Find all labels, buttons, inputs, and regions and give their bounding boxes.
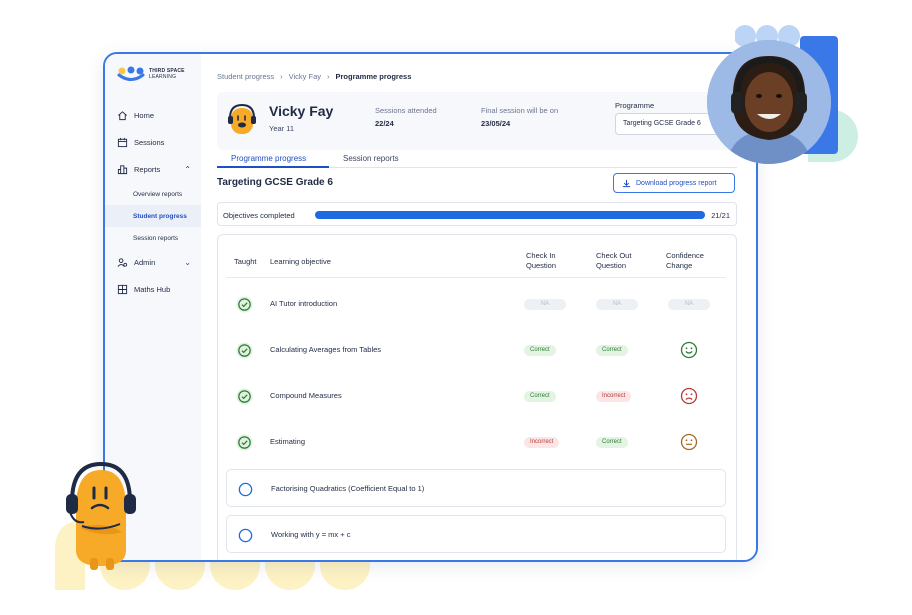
table-row[interactable]: Factorising Quadratics (Coefficient Equa… <box>226 469 726 507</box>
objectives-label: Objectives completed <box>223 211 295 220</box>
sidebar-subitem-student-progress[interactable]: Student progress <box>105 205 201 227</box>
tab-bar: Programme progress Session reports <box>217 150 737 168</box>
tutor-avatar <box>707 40 831 164</box>
objective-name: Working with y = mx + c <box>271 530 351 539</box>
objective-name: AI Tutor introduction <box>270 299 338 308</box>
objectives-table: Taught Learning objective Check In Quest… <box>217 234 737 560</box>
logo[interactable]: THIRD SPACE LEARNING <box>117 66 185 82</box>
tutor-photo <box>707 40 831 164</box>
programme-label: Programme <box>615 101 655 110</box>
sidebar-item-sessions[interactable]: Sessions <box>105 129 201 156</box>
logo-text-line2: LEARNING <box>149 74 177 80</box>
grid-icon <box>117 284 128 295</box>
sidebar-item-admin[interactable]: Admin ⌄ <box>105 249 201 276</box>
chevron-right-icon: › <box>280 72 283 81</box>
check-circle-icon <box>236 434 253 451</box>
table-row[interactable]: AI Tutor introduction NA NA NA <box>226 285 726 323</box>
tab-programme-progress[interactable]: Programme progress <box>231 154 306 163</box>
check-in-badge: Correct <box>524 391 556 402</box>
check-circle-icon <box>236 388 253 405</box>
header-confidence: Confidence Change <box>666 251 704 270</box>
check-out-badge: Incorrect <box>596 391 632 402</box>
sidebar-nav: Home Sessions Reports ⌃ Overview reports… <box>105 102 201 303</box>
logo-mark-icon <box>117 66 145 81</box>
objectives-progress-track <box>315 211 705 219</box>
sidebar-item-reports[interactable]: Reports ⌃ <box>105 156 201 183</box>
programme-title: Targeting GCSE Grade 6 <box>217 177 333 188</box>
check-out-badge: NA <box>596 299 638 310</box>
objectives-count: 21/21 <box>711 211 730 220</box>
check-in-badge: Incorrect <box>524 437 560 448</box>
check-circle-icon <box>236 342 253 359</box>
home-icon <box>117 110 128 121</box>
header-check-out: Check Out Question <box>596 251 632 270</box>
final-session-value: 23/05/24 <box>481 119 511 128</box>
header-check-in: Check In Question <box>526 251 557 270</box>
check-circle-icon <box>236 296 253 313</box>
calendar-icon <box>117 137 128 148</box>
objectives-progress-fill <box>315 211 705 219</box>
bar-chart-icon <box>117 164 128 175</box>
table-row[interactable]: Estimating Incorrect Correct <box>226 423 726 461</box>
sidebar-item-label: Admin <box>134 258 156 267</box>
main-content: Student progress › Vicky Fay › Programme… <box>201 54 756 560</box>
users-icon <box>117 257 128 268</box>
student-summary-card: Vicky Fay Year 11 Sessions attended 22/2… <box>217 92 737 150</box>
student-year: Year 11 <box>269 124 295 133</box>
sad-face-icon <box>680 387 698 405</box>
active-tab-indicator <box>217 166 329 168</box>
table-row[interactable]: Compound Measures Correct Incorrect <box>226 377 726 415</box>
header-learning-objective: Learning objective <box>270 257 331 266</box>
breadcrumb: Student progress › Vicky Fay › Programme… <box>217 72 411 81</box>
breadcrumb-item-student-progress[interactable]: Student progress <box>217 72 274 81</box>
sidebar-item-label: Reports <box>134 165 161 174</box>
breadcrumb-item-student[interactable]: Vicky Fay <box>289 72 321 81</box>
confidence-badge: NA <box>668 299 710 310</box>
empty-circle-icon <box>238 482 253 497</box>
check-out-badge: Correct <box>596 345 628 356</box>
chevron-down-icon[interactable]: ⌄ <box>184 258 191 267</box>
chevron-right-icon: › <box>327 72 330 81</box>
table-row[interactable]: Working with y = mx + c <box>226 515 726 553</box>
empty-circle-icon <box>238 528 253 543</box>
objective-name: Estimating <box>270 437 306 446</box>
download-progress-report-button[interactable]: Download progress report <box>613 173 735 193</box>
neutral-face-icon <box>680 433 698 451</box>
check-in-badge: NA <box>524 299 566 310</box>
student-name: Vicky Fay <box>269 103 334 119</box>
header-taught: Taught <box>234 257 257 266</box>
happy-face-icon <box>680 341 698 359</box>
mascot-character <box>66 462 136 570</box>
sidebar-item-home[interactable]: Home <box>105 102 201 129</box>
app-window: THIRD SPACE LEARNING Home Sessions Repor… <box>103 52 758 562</box>
final-session-label: Final session will be on <box>481 106 559 115</box>
sidebar-subitem-overview-reports[interactable]: Overview reports <box>105 183 201 205</box>
objective-name: Compound Measures <box>270 391 342 400</box>
sidebar-subitem-session-reports[interactable]: Session reports <box>105 227 201 249</box>
check-in-badge: Correct <box>524 345 556 356</box>
sidebar-item-label: Maths Hub <box>134 285 171 294</box>
check-out-badge: Correct <box>596 437 628 448</box>
breadcrumb-item-current: Programme progress <box>335 72 412 81</box>
objective-name: Calculating Averages from Tables <box>270 345 382 354</box>
download-icon <box>622 179 631 187</box>
header-divider <box>226 277 726 278</box>
sessions-attended-value: 22/24 <box>375 119 394 128</box>
student-avatar-mascot <box>228 103 256 134</box>
sessions-attended-label: Sessions attended <box>375 106 437 115</box>
sidebar-item-label: Sessions <box>134 138 165 147</box>
download-button-label: Download progress report <box>636 179 717 187</box>
sidebar-item-maths-hub[interactable]: Maths Hub <box>105 276 201 303</box>
chevron-up-icon[interactable]: ⌃ <box>184 165 191 174</box>
table-row[interactable]: Calculating Averages from Tables Correct… <box>226 331 726 369</box>
tab-session-reports[interactable]: Session reports <box>343 154 399 163</box>
objectives-progress: Objectives completed 21/21 <box>217 202 737 226</box>
sidebar-item-label: Home <box>134 111 155 120</box>
objective-name: Factorising Quadratics (Coefficient Equa… <box>271 484 425 493</box>
